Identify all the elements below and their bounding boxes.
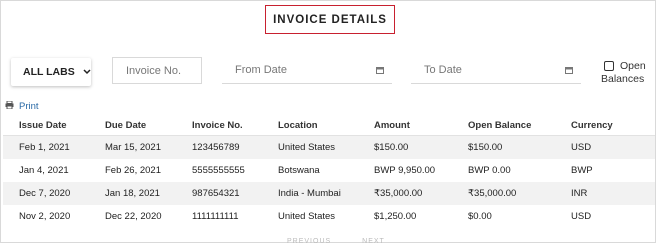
column-header[interactable]: Amount: [374, 115, 468, 136]
location-cell: India - Mumbai: [278, 182, 374, 205]
open-balance-cell: BWP 0.00: [468, 165, 511, 176]
open-balances-label: Balances: [601, 73, 645, 85]
column-header[interactable]: Location: [278, 115, 374, 136]
from-date-placeholder: From Date: [235, 64, 287, 76]
open-balances-label: Open: [620, 60, 646, 72]
due-date-cell: Feb 26, 2021: [105, 165, 161, 176]
currency-cell: INR: [571, 182, 655, 205]
due-date-cell: Jan 18, 2021: [105, 182, 192, 205]
column-header[interactable]: Issue Date: [3, 115, 105, 136]
currency-cell: BWP: [571, 165, 593, 176]
labs-dropdown[interactable]: ALL LABS: [11, 58, 91, 86]
column-header[interactable]: Invoice No.: [192, 115, 278, 136]
open-balances-checkbox[interactable]: [604, 61, 614, 71]
open-balance-cell: $0.00: [468, 211, 492, 222]
amount-cell: BWP 9,950.00: [374, 165, 436, 176]
table-row[interactable]: Feb 1, 2021 Mar 15, 2021 123456789 Unite…: [3, 135, 655, 159]
previous-page-button[interactable]: PREVIOUS: [287, 238, 331, 245]
next-page-button[interactable]: NEXT: [362, 238, 385, 245]
issue-date-cell: Nov 2, 2020: [19, 211, 71, 222]
table-row[interactable]: Dec 7, 2020 Jan 18, 2021 987654321 India…: [3, 182, 655, 205]
labs-dropdown-label: ALL LABS: [23, 66, 75, 78]
invoice-table: Issue Date Due Date Invoice No. Location…: [3, 115, 655, 228]
print-label: Print: [19, 101, 39, 112]
issue-date-cell: Jan 4, 2021: [19, 165, 69, 176]
amount-cell: $1,250.00: [374, 211, 417, 222]
page-title: INVOICE DETAILS: [265, 5, 395, 34]
column-header[interactable]: Due Date: [105, 115, 192, 136]
table-row[interactable]: Jan 4, 2021 Feb 26, 2021 5555555555 Bots…: [3, 159, 655, 182]
invoice-panel: INVOICE DETAILS ALL LABS Invoice No. Fro…: [0, 0, 656, 245]
issue-date-cell: Feb 1, 2021: [3, 135, 105, 159]
calendar-icon[interactable]: [565, 65, 573, 77]
table-row[interactable]: Nov 2, 2020 Dec 22, 2020 1111111111 Unit…: [3, 205, 655, 228]
column-header[interactable]: Currency: [571, 115, 655, 136]
to-date-placeholder: To Date: [424, 64, 462, 76]
invoice-number-cell: 123456789: [192, 135, 278, 159]
amount-cell: $150.00: [374, 135, 468, 159]
calendar-icon[interactable]: [376, 65, 384, 77]
due-date-cell: Mar 15, 2021: [105, 135, 192, 159]
table-header-row: Issue Date Due Date Invoice No. Location…: [3, 115, 655, 136]
amount-cell: ₹35,000.00: [374, 182, 468, 205]
issue-date-cell: Dec 7, 2020: [3, 182, 105, 205]
chevron-down-icon: [83, 67, 91, 77]
currency-cell: USD: [571, 135, 655, 159]
invoice-number-cell: 5555555555: [192, 165, 245, 176]
due-date-cell: Dec 22, 2020: [105, 211, 162, 222]
location-cell: United States: [278, 135, 374, 159]
invoice-number-cell: 1111111111: [192, 211, 239, 222]
from-date-input[interactable]: From Date: [222, 57, 392, 84]
print-link[interactable]: Print: [5, 100, 39, 112]
invoice-number-placeholder: Invoice No.: [126, 64, 182, 77]
invoice-number-input[interactable]: Invoice No.: [112, 57, 202, 84]
open-balance-cell: $150.00: [468, 135, 571, 159]
invoice-number-cell: 987654321: [192, 182, 278, 205]
printer-icon: [5, 100, 14, 112]
currency-cell: USD: [571, 211, 592, 222]
pagination: PREVIOUS NEXT: [287, 238, 413, 245]
to-date-input[interactable]: To Date: [411, 57, 581, 84]
open-balance-cell: ₹35,000.00: [468, 182, 571, 205]
column-header[interactable]: Open Balance: [468, 115, 571, 136]
location-cell: Botswana: [278, 165, 320, 176]
location-cell: United States: [278, 211, 336, 222]
